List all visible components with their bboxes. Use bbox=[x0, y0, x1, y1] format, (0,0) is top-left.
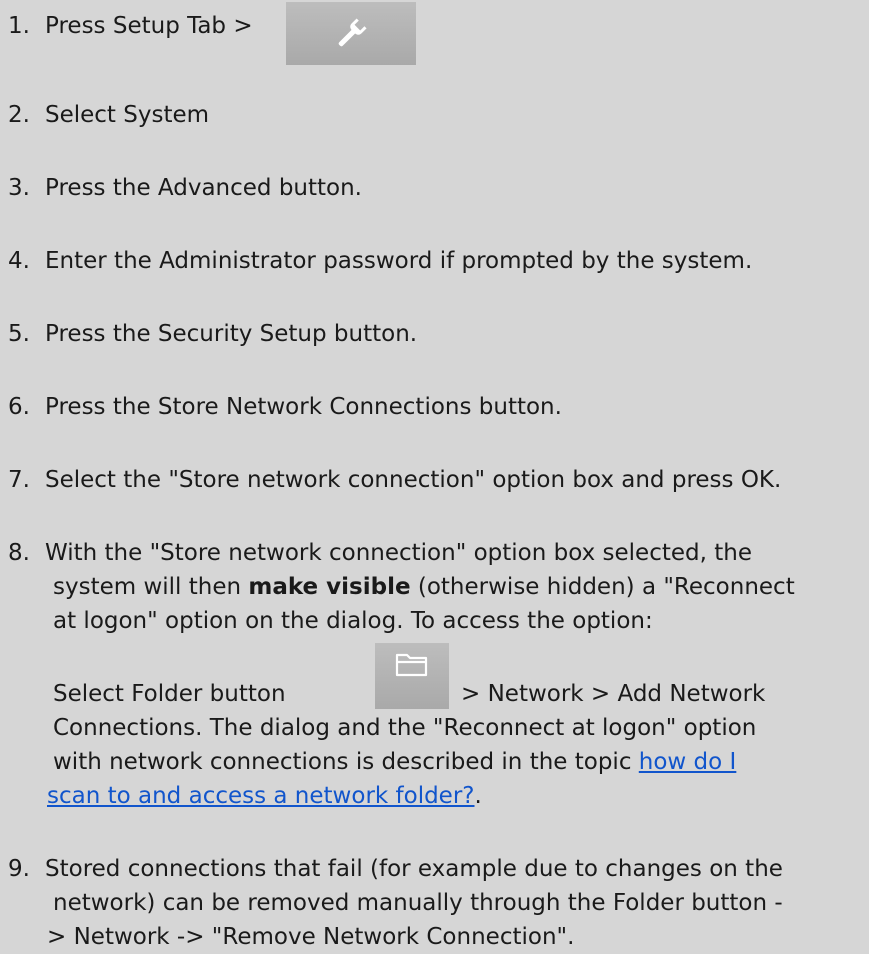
step-9-line-3: > Network -> "Remove Network Connection"… bbox=[47, 920, 574, 954]
step-8-line-3: at logon" option on the dialog. To acces… bbox=[53, 604, 653, 638]
step-text: network) can be removed manually through… bbox=[53, 890, 783, 916]
step-number: 5. bbox=[8, 321, 30, 347]
step-text: Select the "Store network connection" op… bbox=[45, 467, 782, 493]
step-text: system will then bbox=[53, 574, 249, 600]
step-text: Press the Store Network Connections butt… bbox=[45, 394, 562, 420]
step-8: 8. With the "Store network connection" op… bbox=[8, 536, 752, 570]
step-5: 5. Press the Security Setup button. bbox=[8, 317, 417, 351]
step-text: With the "Store network connection" opti… bbox=[45, 540, 752, 566]
step-8-line-6: with network connections is described in… bbox=[53, 745, 736, 779]
step-text: Connections. The dialog and the "Reconne… bbox=[53, 715, 757, 741]
step-8-line-2: system will then make visible (otherwise… bbox=[53, 570, 795, 604]
network-folder-help-link-continued[interactable]: scan to and access a network folder? bbox=[47, 783, 475, 809]
step-text: Stored connections that fail (for exampl… bbox=[45, 856, 783, 882]
step-1: 1. Press Setup Tab > bbox=[8, 9, 253, 43]
step-number: 3. bbox=[8, 175, 30, 201]
step-text: (otherwise hidden) a "Reconnect bbox=[410, 574, 795, 600]
step-number: 9. bbox=[8, 856, 30, 882]
step-number: 1. bbox=[8, 13, 30, 39]
setup-tab-button[interactable] bbox=[286, 2, 416, 65]
network-folder-help-link[interactable]: how do I bbox=[639, 749, 737, 775]
step-3: 3. Press the Advanced button. bbox=[8, 171, 362, 205]
emphasis-text: make visible bbox=[248, 574, 411, 600]
step-text: Press the Security Setup button. bbox=[45, 321, 418, 347]
step-2: 2. Select System bbox=[8, 98, 209, 132]
step-8-folder-line: Select Folder button bbox=[53, 677, 286, 711]
step-text: Select System bbox=[45, 102, 210, 128]
step-8-folder-path: > Network > Add Network bbox=[461, 677, 765, 711]
step-4: 4. Enter the Administrator password if pr… bbox=[8, 244, 752, 278]
step-number: 2. bbox=[8, 102, 30, 128]
step-8-line-7: scan to and access a network folder?. bbox=[47, 779, 482, 813]
wrench-icon bbox=[338, 17, 367, 46]
step-8-line-5: Connections. The dialog and the "Reconne… bbox=[53, 711, 756, 745]
step-text: with network connections is described in… bbox=[53, 749, 639, 775]
folder-button[interactable] bbox=[375, 643, 449, 709]
step-number: 8. bbox=[8, 540, 30, 566]
folder-icon bbox=[395, 653, 428, 677]
step-6: 6. Press the Store Network Connections bu… bbox=[8, 390, 562, 424]
step-text: at logon" option on the dialog. To acces… bbox=[53, 608, 653, 634]
step-9-line-2: network) can be removed manually through… bbox=[53, 886, 783, 920]
step-text: Enter the Administrator password if prom… bbox=[45, 248, 753, 274]
step-number: 7. bbox=[8, 467, 30, 493]
step-text: . bbox=[474, 783, 482, 809]
step-9: 9. Stored connections that fail (for exam… bbox=[8, 852, 783, 886]
step-text: Press Setup Tab > bbox=[45, 13, 253, 39]
step-7: 7. Select the "Store network connection" … bbox=[8, 463, 781, 497]
step-text: Select Folder button bbox=[53, 681, 286, 707]
step-number: 6. bbox=[8, 394, 30, 420]
step-text: Press the Advanced button. bbox=[45, 175, 362, 201]
step-text: > Network > Add Network bbox=[461, 681, 766, 707]
step-number: 4. bbox=[8, 248, 30, 274]
